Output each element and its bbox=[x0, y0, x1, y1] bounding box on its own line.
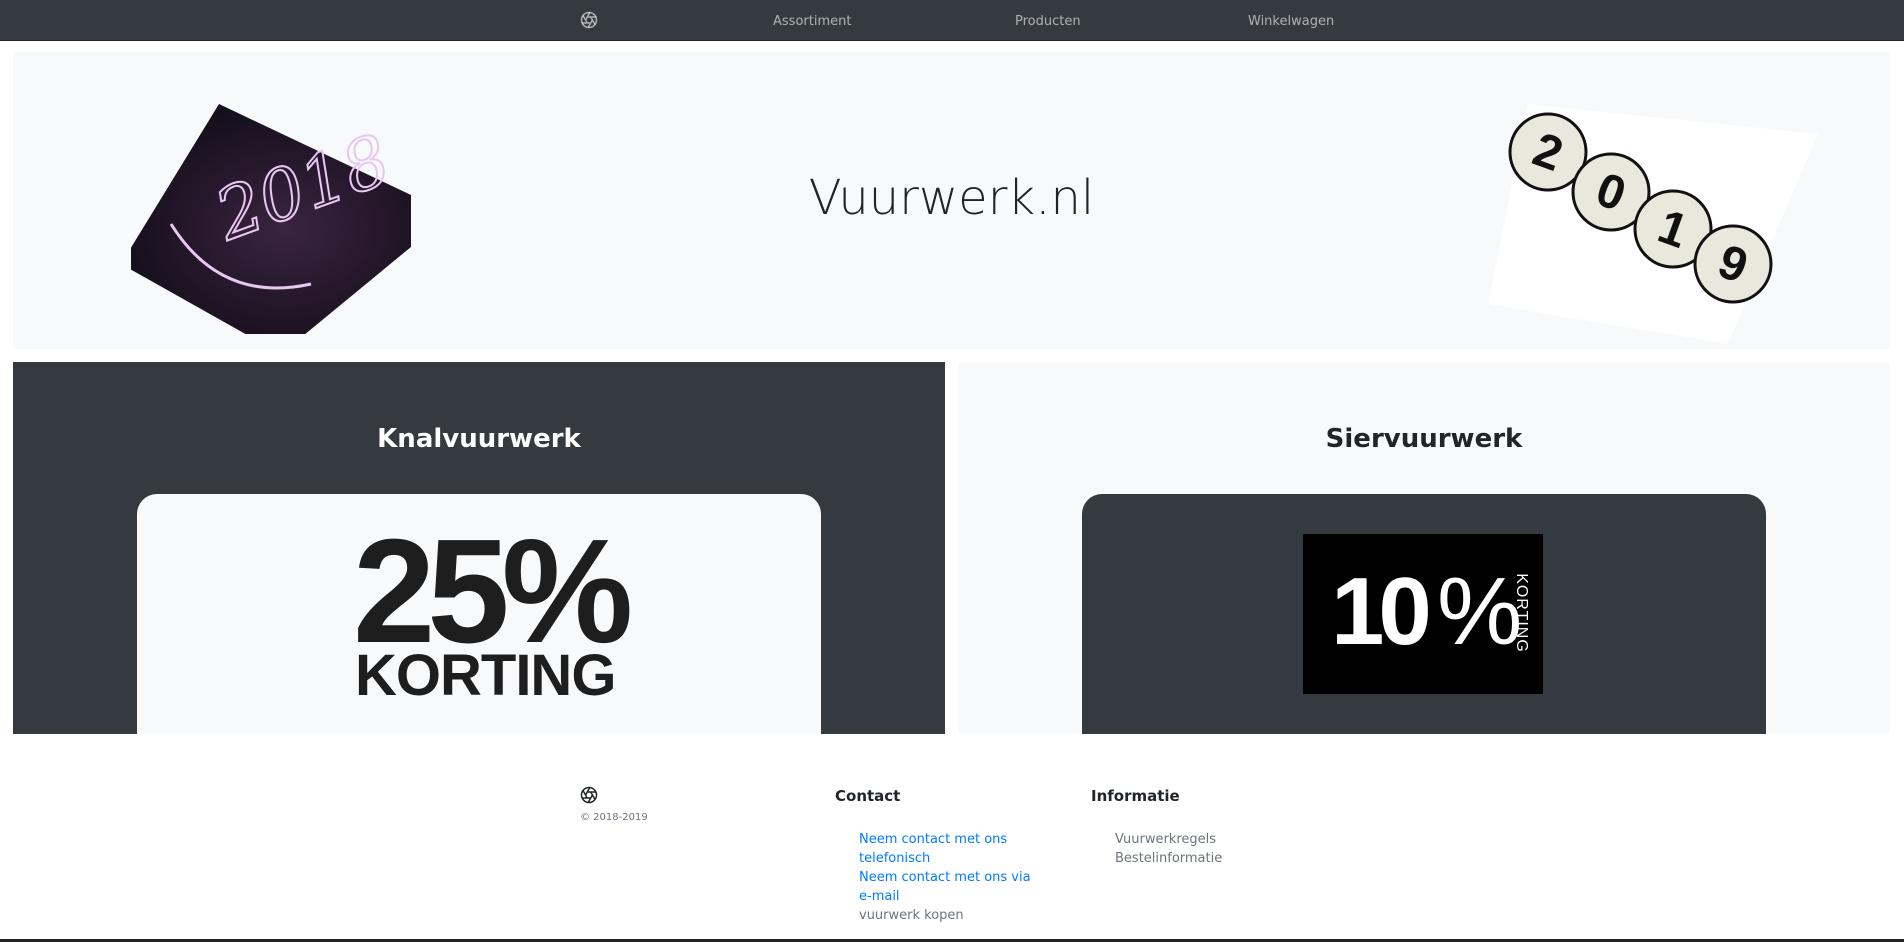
contact-phone-link[interactable]: Neem contact met ons telefonisch bbox=[859, 830, 1034, 868]
fireworks-rules-link[interactable]: Vuurwerkregels bbox=[1115, 830, 1216, 849]
top-navbar: Assortiment Producten Winkelwagen bbox=[0, 0, 1904, 41]
nav-winkelwagen[interactable]: Winkelwagen bbox=[1248, 14, 1334, 29]
promo-25-text: KORTING bbox=[355, 643, 616, 708]
hero-banner: 2018 Vuurwerk.nl 2 0 1 9 bbox=[13, 52, 1890, 349]
promo-10-image: 10 % KORTING bbox=[1303, 534, 1543, 694]
panel-siervuurwerk: Siervuurwerk 10 % KORTING bbox=[958, 362, 1890, 734]
clocks-2019-image: 2 0 1 9 bbox=[1488, 104, 1818, 344]
contact-email-link[interactable]: Neem contact met ons via e-mail bbox=[859, 868, 1034, 906]
promo-card-siervuurwerk[interactable]: 10 % KORTING bbox=[1082, 494, 1766, 734]
aperture-icon[interactable] bbox=[580, 11, 598, 29]
buy-fireworks-link[interactable]: vuurwerk kopen bbox=[859, 906, 964, 925]
promo-10-percent: % bbox=[1437, 558, 1523, 665]
footer-info-heading: Informatie bbox=[1091, 787, 1180, 805]
aperture-icon bbox=[580, 786, 598, 804]
footer-contact-heading: Contact bbox=[835, 787, 901, 805]
promo-10-number: 10 bbox=[1331, 558, 1432, 665]
copyright: © 2018-2019 bbox=[580, 812, 648, 823]
nav-producten[interactable]: Producten bbox=[1015, 14, 1081, 29]
promo-10-text: KORTING bbox=[1513, 573, 1530, 653]
order-info-link[interactable]: Bestelinformatie bbox=[1115, 849, 1222, 868]
panel-knalvuurwerk: Knalvuurwerk 25% KORTING bbox=[13, 362, 945, 734]
promo-25-image: 25% KORTING bbox=[353, 518, 633, 708]
promo-card-knalvuurwerk[interactable]: 25% KORTING bbox=[137, 494, 821, 734]
panel-title-siervuurwerk: Siervuurwerk bbox=[1325, 424, 1523, 454]
nav-assortiment[interactable]: Assortiment bbox=[773, 14, 851, 29]
panel-title-knalvuurwerk: Knalvuurwerk bbox=[377, 424, 581, 454]
